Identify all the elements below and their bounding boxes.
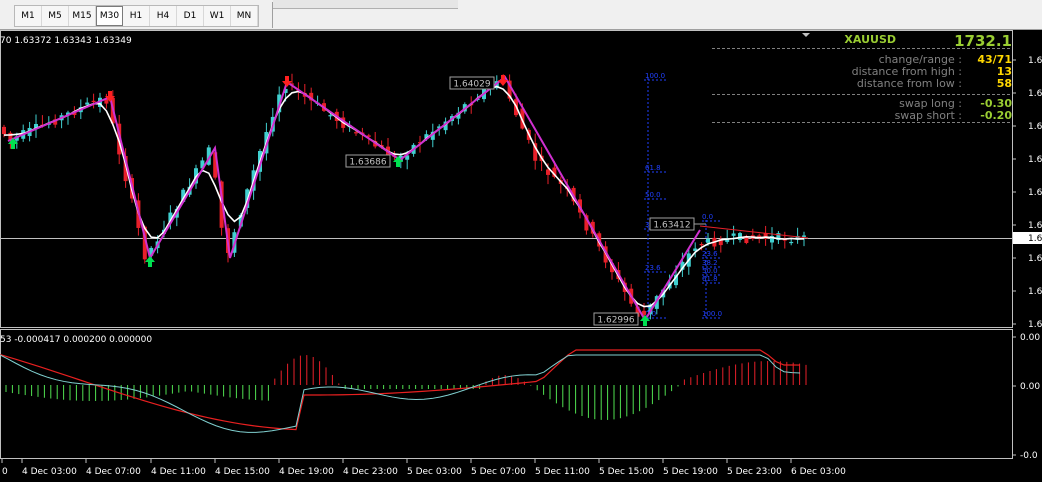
current-price-tag-text: 1.6 <box>1028 234 1042 244</box>
candle-body <box>706 238 710 243</box>
candle-body <box>354 132 358 134</box>
price-axis-label: 1.6 <box>1028 155 1042 165</box>
price-label-text: 1.63686 <box>349 158 386 168</box>
info-value: 58 <box>997 77 1012 90</box>
price-label-text: 1.62996 <box>597 316 634 326</box>
moving-average-layer <box>3 85 805 308</box>
candle-body <box>546 169 550 175</box>
timeframe-button-m15[interactable]: M15 <box>69 6 96 26</box>
timeframe-toolbar: M1 M5 M15 M30 H1 H4 D1 W1 MN <box>0 0 1042 30</box>
candle-body <box>91 100 96 103</box>
fibonacci-layer: 100.061.850.038.223.60.00.023.638.250.06… <box>644 72 722 320</box>
candles-layer <box>2 73 806 325</box>
timeframe-button-m1[interactable]: M1 <box>15 6 42 26</box>
price-label-text: 1.63412 <box>653 221 690 231</box>
fib-level-label: 50.0 <box>702 267 718 275</box>
price-axis-label: 1.6 <box>1028 89 1042 99</box>
timeframe-button-mn[interactable]: MN <box>231 6 258 26</box>
time-axis-label: 5 Dec 15:00 <box>599 467 654 477</box>
candle-body <box>731 233 736 236</box>
indicator-header: 53 -0.000417 0.000200 0.000000 <box>0 335 152 345</box>
timeframe-buttons: M1 M5 M15 M30 H1 H4 D1 W1 MN <box>14 5 259 27</box>
candle-body <box>738 233 742 240</box>
indicator-axis-label: 0.00 <box>1020 382 1040 392</box>
candle-body <box>328 115 333 117</box>
fib-level-label: 61.8 <box>645 164 661 172</box>
time-axis-label: 5 Dec 03:00 <box>407 467 462 477</box>
fib-level-label: 50.0 <box>645 191 661 199</box>
oscillator-layer <box>0 349 807 433</box>
info-value: -0.20 <box>980 109 1012 122</box>
info-rows: change/range :43/71distance from high :1… <box>852 53 1013 122</box>
chart-canvas[interactable]: 100.061.850.038.223.60.00.023.638.250.06… <box>0 30 1042 478</box>
candle-body <box>2 126 6 135</box>
zigzag-layer <box>7 75 809 322</box>
timeframe-button-h1[interactable]: H1 <box>123 6 150 26</box>
price-label-text: 1.64029 <box>453 80 490 90</box>
time-axis-label: 4 Dec 23:00 <box>343 467 398 477</box>
indicator-axis-label: 0.00 <box>1020 333 1040 343</box>
chart-area[interactable]: 100.061.850.038.223.60.00.023.638.250.06… <box>0 30 1042 478</box>
fib-level-label: 23.6 <box>645 264 661 272</box>
moving-average-line <box>3 85 805 308</box>
fib-level-label: 38.2 <box>702 259 718 267</box>
info-label: swap short : <box>895 109 962 122</box>
time-axis-label: 4 Dec 15:00 <box>215 467 270 477</box>
info-label: distance from low : <box>857 77 962 90</box>
signal-line-red <box>0 349 801 431</box>
time-axis-label: 5 Dec 19:00 <box>663 467 718 477</box>
info-price: 1732.1 <box>954 32 1012 50</box>
timeframe-button-w1[interactable]: W1 <box>204 6 231 26</box>
time-axis-label: 0 <box>2 467 8 477</box>
timeframe-button-m30[interactable]: M30 <box>96 6 123 26</box>
time-axis-label: 6 Dec 03:00 <box>791 467 846 477</box>
time-axis-label: 4 Dec 19:00 <box>279 467 334 477</box>
price-axis-label: 1.6 <box>1028 188 1042 198</box>
price-axis-label: 1.6 <box>1028 254 1042 264</box>
time-axis-label: 5 Dec 23:00 <box>727 467 782 477</box>
price-axis-label: 1.6 <box>1028 221 1042 231</box>
fib-level-label: 0.0 <box>702 213 713 221</box>
timeframe-button-d1[interactable]: D1 <box>177 6 204 26</box>
time-axis-label: 5 Dec 11:00 <box>535 467 590 477</box>
indicator-axis-label: -0.0 <box>1020 451 1038 461</box>
candle-body <box>699 243 704 246</box>
down-arrow-icon <box>498 75 508 86</box>
candle-body <box>789 241 794 244</box>
info-symbol: XAUUSD <box>844 33 896 46</box>
candle-body <box>802 235 806 237</box>
fib-level-label: 100.0 <box>645 72 665 80</box>
toolbar-continuation <box>273 0 458 9</box>
candle-body <box>85 102 90 105</box>
indicator-pane-frame <box>0 329 1013 459</box>
timeframe-button-h4[interactable]: H4 <box>150 6 177 26</box>
price-axis-label: 1.6 <box>1028 320 1042 330</box>
time-axis-label: 4 Dec 11:00 <box>151 467 206 477</box>
price-axis-label: 1.6 <box>1028 56 1042 66</box>
fib-level-label: 23.6 <box>702 250 718 258</box>
fib-level-label: 61.8 <box>702 275 718 283</box>
fib-level-label: 100.0 <box>702 310 722 318</box>
price-axis-label: 1.6 <box>1028 122 1042 132</box>
shift-marker-icon[interactable] <box>802 33 810 37</box>
price-axis-label: 1.6 <box>1028 287 1042 297</box>
time-axis-label: 5 Dec 07:00 <box>471 467 526 477</box>
timeframe-button-m5[interactable]: M5 <box>42 6 69 26</box>
price-header: 70 1.63372 1.63343 1.63349 <box>0 36 132 46</box>
time-axis-label: 4 Dec 07:00 <box>86 467 141 477</box>
time-axis-label: 4 Dec 03:00 <box>22 467 77 477</box>
